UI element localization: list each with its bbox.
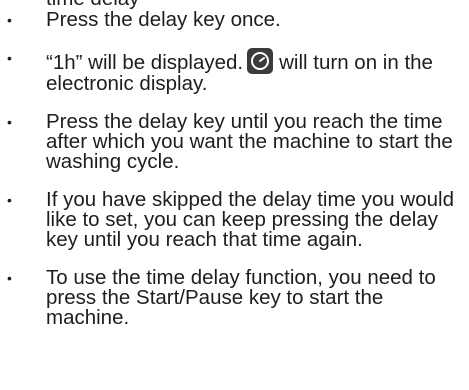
bullet: • bbox=[7, 270, 12, 286]
step-text: If you have skipped the delay time you w… bbox=[46, 188, 454, 251]
step-text: To use the time delay function, you need… bbox=[46, 266, 436, 329]
step-text: Press the delay key once. bbox=[46, 8, 281, 31]
bullet: • bbox=[7, 114, 12, 130]
list-item: • Press the delay key until you reach th… bbox=[0, 110, 469, 173]
list-item: • To use the time delay function, you ne… bbox=[0, 266, 469, 329]
list-item: • “1h” will be displayed. will turn on in… bbox=[0, 48, 469, 94]
list-item: • If you have skipped the delay time you… bbox=[0, 188, 469, 251]
step-text-before-icon: “1h” will be displayed. bbox=[46, 51, 244, 74]
bullet: • bbox=[7, 50, 12, 66]
list-item: • Press the delay key once. bbox=[0, 8, 469, 31]
bullet: • bbox=[7, 12, 12, 28]
step-text: Press the delay key until you reach the … bbox=[46, 110, 453, 173]
instruction-list: • Press the delay key once. • “1h” will … bbox=[0, 8, 469, 346]
bullet: • bbox=[7, 192, 12, 208]
timer-icon bbox=[247, 48, 274, 74]
